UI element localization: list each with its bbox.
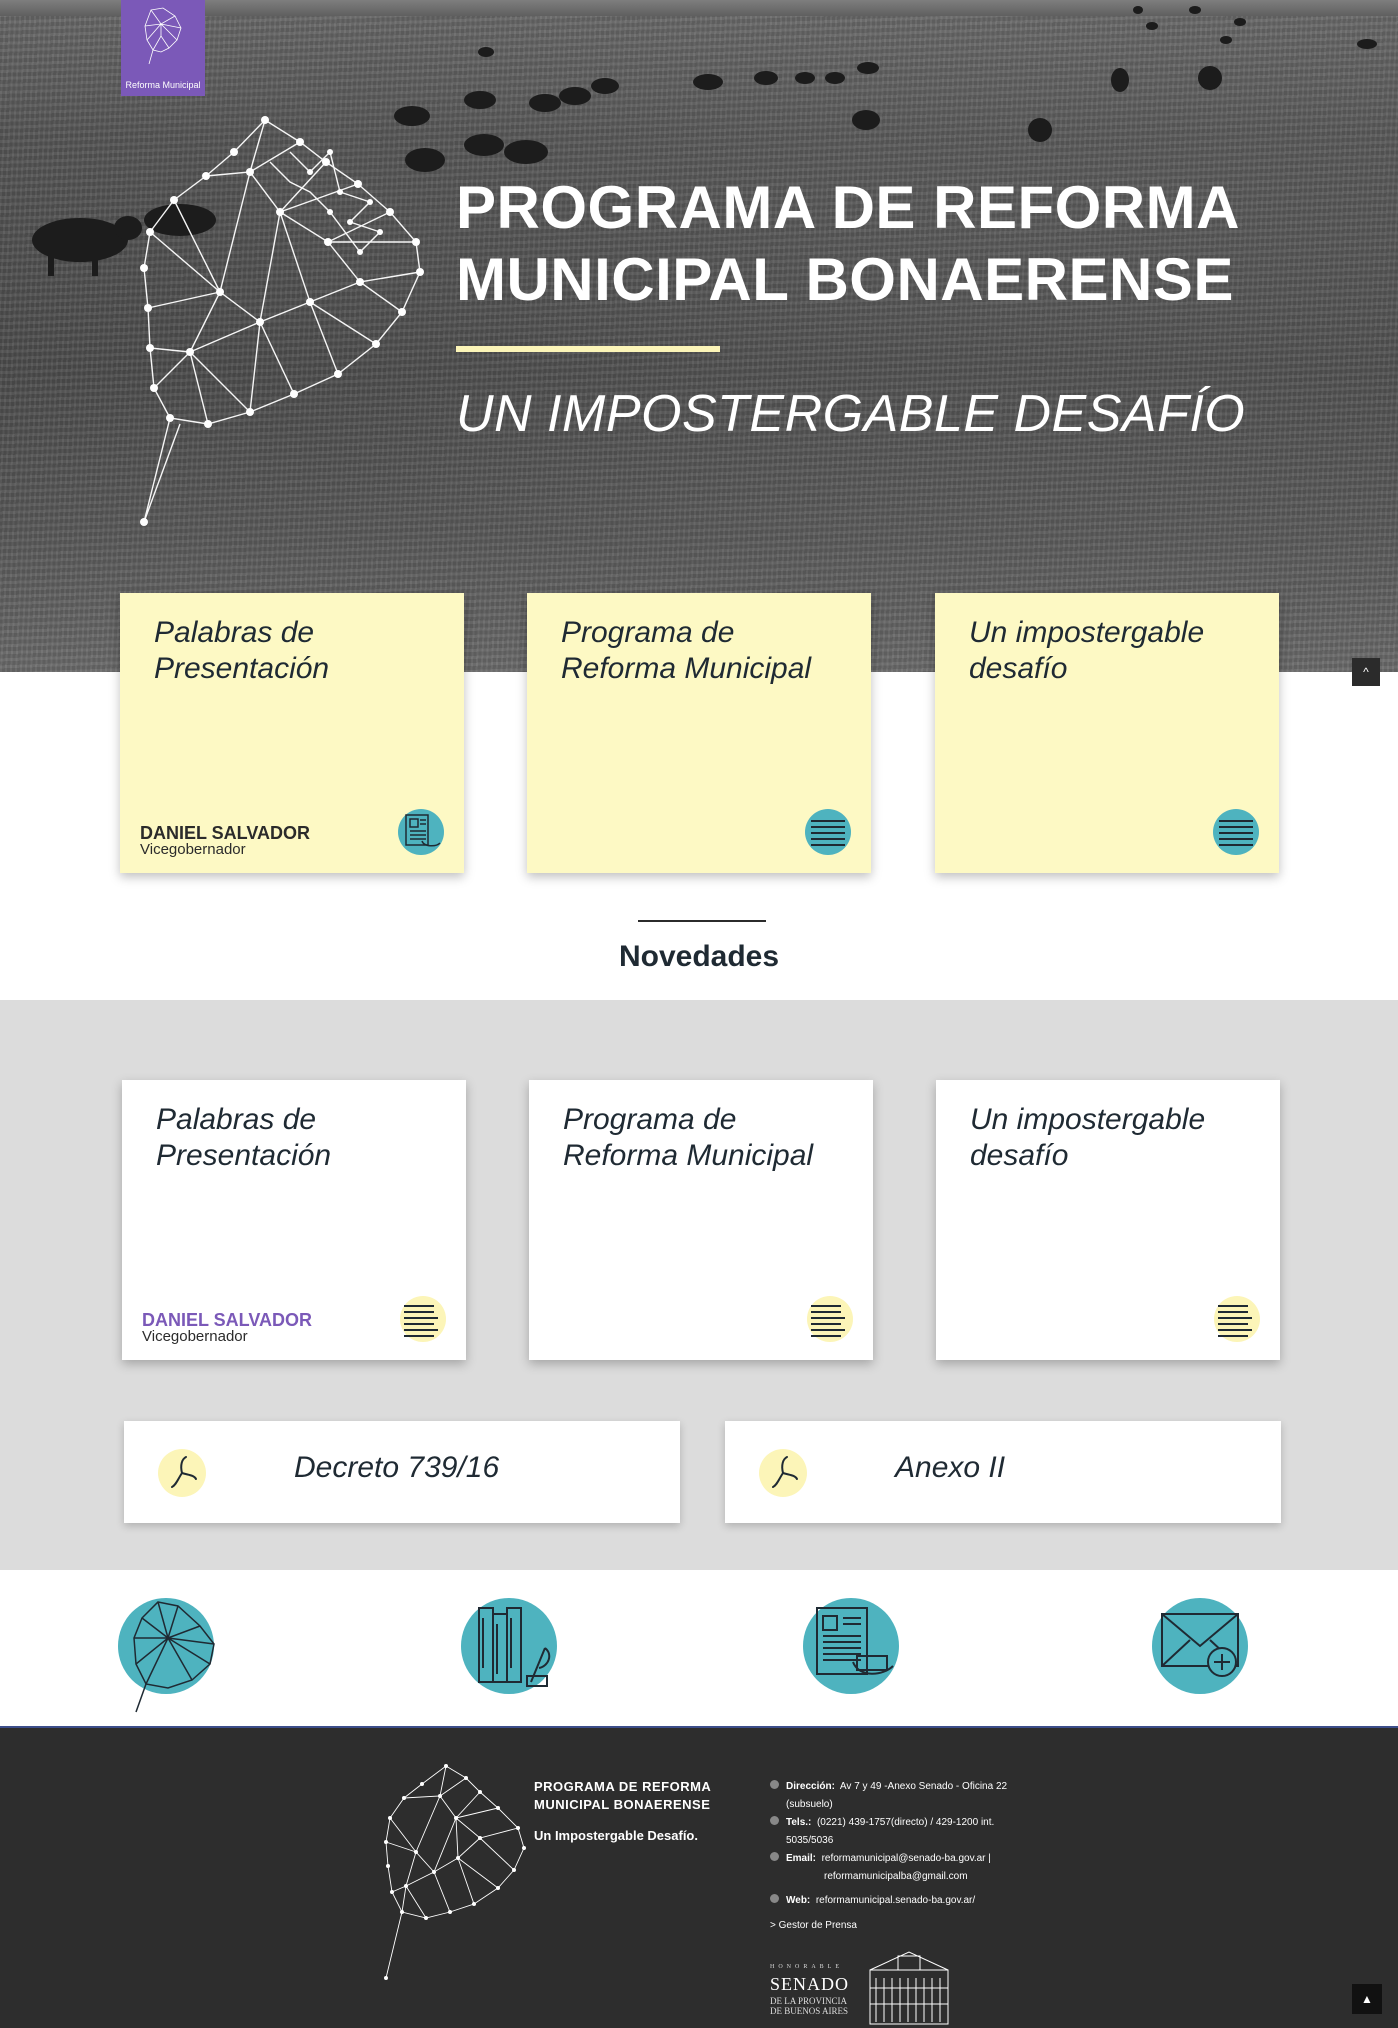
senado-province-line2: DE BUENOS AIRES: [770, 2006, 849, 2016]
senado-province-line1: DE LA PROVINCIA: [770, 1996, 848, 2006]
hero-subtitle: UN IMPOSTERGABLE DESAFÍO: [456, 385, 1246, 443]
contact-email: Email: reformamunicipal@senado-ba.gov.ar…: [770, 1850, 1010, 1886]
news-card-programa-reforma[interactable]: Programa de Reforma Municipal: [529, 1080, 873, 1360]
books-icon: [478, 1607, 551, 1687]
press-manager-link[interactable]: > Gestor de Prensa: [770, 1920, 857, 1931]
contact-info: Dirección: Av 7 y 49 -Anexo Senado - Ofi…: [770, 1778, 1010, 1910]
hero-title-line2: MUNICIPAL BONAERENSE: [456, 246, 1234, 313]
senado-building-icon: [869, 1951, 949, 2025]
footer-province-map-icon: [384, 1764, 526, 1980]
email-label: Email:: [786, 1853, 817, 1864]
hero-title-line1: PROGRAMA DE REFORMA: [456, 174, 1240, 241]
card-author: DANIEL SALVADOR Vicegobernador: [142, 1311, 312, 1344]
propeller-icon: [759, 1449, 807, 1497]
expand-icon[interactable]: ^: [1352, 658, 1380, 686]
document-icon[interactable]: [398, 809, 444, 855]
phone-value: (0221) 439-1757(directo) / 429-1200 int.…: [786, 1817, 995, 1846]
author-name: DANIEL SALVADOR: [140, 823, 311, 843]
document-label: Decreto 739/16: [294, 1451, 500, 1484]
author-name: DANIEL SALVADOR: [142, 1310, 313, 1330]
email-icon: [770, 1852, 779, 1861]
document-label: Anexo II: [895, 1451, 1006, 1484]
card-palabras-presentacion[interactable]: Palabras de Presentación DANIEL SALVADOR…: [120, 593, 464, 873]
footer: PROGRAMA DE REFORMA MUNICIPAL BONAERENSE…: [0, 1726, 1398, 2028]
card-title: Un impostergable desafío: [970, 1103, 1206, 1172]
logo-label: Reforma Municipal: [125, 80, 201, 90]
province-network-map-icon: [140, 116, 424, 526]
footer-brand: PROGRAMA DE REFORMA MUNICIPAL BONAERENSE: [534, 1778, 711, 1814]
lines-icon[interactable]: [1214, 1296, 1260, 1342]
scroll-to-top-button[interactable]: ▲: [1352, 1984, 1382, 2014]
section-divider: [638, 920, 766, 922]
document-anexo[interactable]: Anexo II: [725, 1421, 1281, 1523]
author-role: Vicegobernador: [140, 841, 246, 858]
section-title-novedades: Novedades: [618, 940, 780, 973]
hero-divider: [456, 346, 720, 352]
newspaper-icon: [816, 1607, 894, 1675]
reforma-municipal-logo[interactable]: Reforma Municipal: [121, 0, 205, 96]
feature-books[interactable]: [461, 1598, 557, 1694]
lines-icon[interactable]: [1213, 809, 1259, 855]
contact-address: Dirección: Av 7 y 49 -Anexo Senado - Ofi…: [770, 1778, 1010, 1814]
web-label: Web:: [786, 1895, 811, 1906]
lines-icon[interactable]: [805, 809, 851, 855]
card-title: Programa de Reforma Municipal: [561, 616, 812, 685]
page: Reforma Municipal PROGRAMA DE REFORMA MU…: [0, 0, 1398, 2028]
province-map-icon: [144, 7, 182, 65]
news-card-impostergable-desafio[interactable]: Un impostergable desafío: [936, 1080, 1280, 1360]
province-map-icon: [133, 1601, 215, 1713]
address-label: Dirección:: [786, 1781, 835, 1792]
lines-icon[interactable]: [807, 1296, 853, 1342]
mail-add-icon: [1161, 1613, 1239, 1677]
web-link[interactable]: reformamunicipal.senado-ba.gov.ar/: [816, 1895, 975, 1906]
feature-newspaper[interactable]: [803, 1598, 899, 1694]
email-link-2[interactable]: reformamunicipalba@gmail.com: [786, 1871, 968, 1882]
document-decreto[interactable]: Decreto 739/16: [124, 1421, 680, 1523]
card-programa-reforma[interactable]: Programa de Reforma Municipal: [527, 593, 871, 873]
author-role: Vicegobernador: [142, 1328, 248, 1345]
senado-honorable: HONORABLE: [770, 1964, 843, 1970]
location-icon: [770, 1780, 779, 1789]
card-title: Palabras de Presentación: [154, 616, 330, 685]
senado-province: DE LA PROVINCIA DE BUENOS AIRES: [770, 1996, 848, 2016]
phone-icon: [770, 1816, 779, 1825]
card-author: DANIEL SALVADOR Vicegobernador: [140, 824, 310, 857]
footer-tagline: Un Impostergable Desafío.: [534, 1828, 698, 1843]
card-impostergable-desafio[interactable]: Un impostergable desafío: [935, 593, 1279, 873]
news-card-palabras-presentacion[interactable]: Palabras de Presentación DANIEL SALVADOR…: [122, 1080, 466, 1360]
email-link-1[interactable]: reformamunicipal@senado-ba.gov.ar |: [822, 1853, 991, 1864]
propeller-icon: [158, 1449, 206, 1497]
lines-icon[interactable]: [400, 1296, 446, 1342]
contact-phone: Tels.: (0221) 439-1757(directo) / 429-12…: [770, 1814, 1010, 1850]
globe-icon: [770, 1894, 779, 1903]
card-title: Palabras de Presentación: [156, 1103, 332, 1172]
feature-province-map[interactable]: [118, 1598, 215, 1713]
hero-title: PROGRAMA DE REFORMA MUNICIPAL BONAERENSE: [456, 172, 1316, 316]
senado-logo[interactable]: HONORABLE SENADO DE LA PROVINCIA DE BUEN…: [770, 1948, 970, 2028]
feature-contact[interactable]: [1152, 1598, 1248, 1694]
footer-brand-line2: MUNICIPAL BONAERENSE: [534, 1797, 711, 1812]
card-title: Un impostergable desafío: [969, 616, 1205, 685]
card-title: Programa de Reforma Municipal: [563, 1103, 814, 1172]
contact-web: Web: reformamunicipal.senado-ba.gov.ar/: [770, 1892, 1010, 1910]
hero-banner: Reforma Municipal PROGRAMA DE REFORMA MU…: [0, 0, 1398, 672]
senado-name: SENADO: [770, 1974, 850, 1994]
phone-label: Tels.:: [786, 1817, 812, 1828]
footer-brand-line1: PROGRAMA DE REFORMA: [534, 1779, 712, 1794]
